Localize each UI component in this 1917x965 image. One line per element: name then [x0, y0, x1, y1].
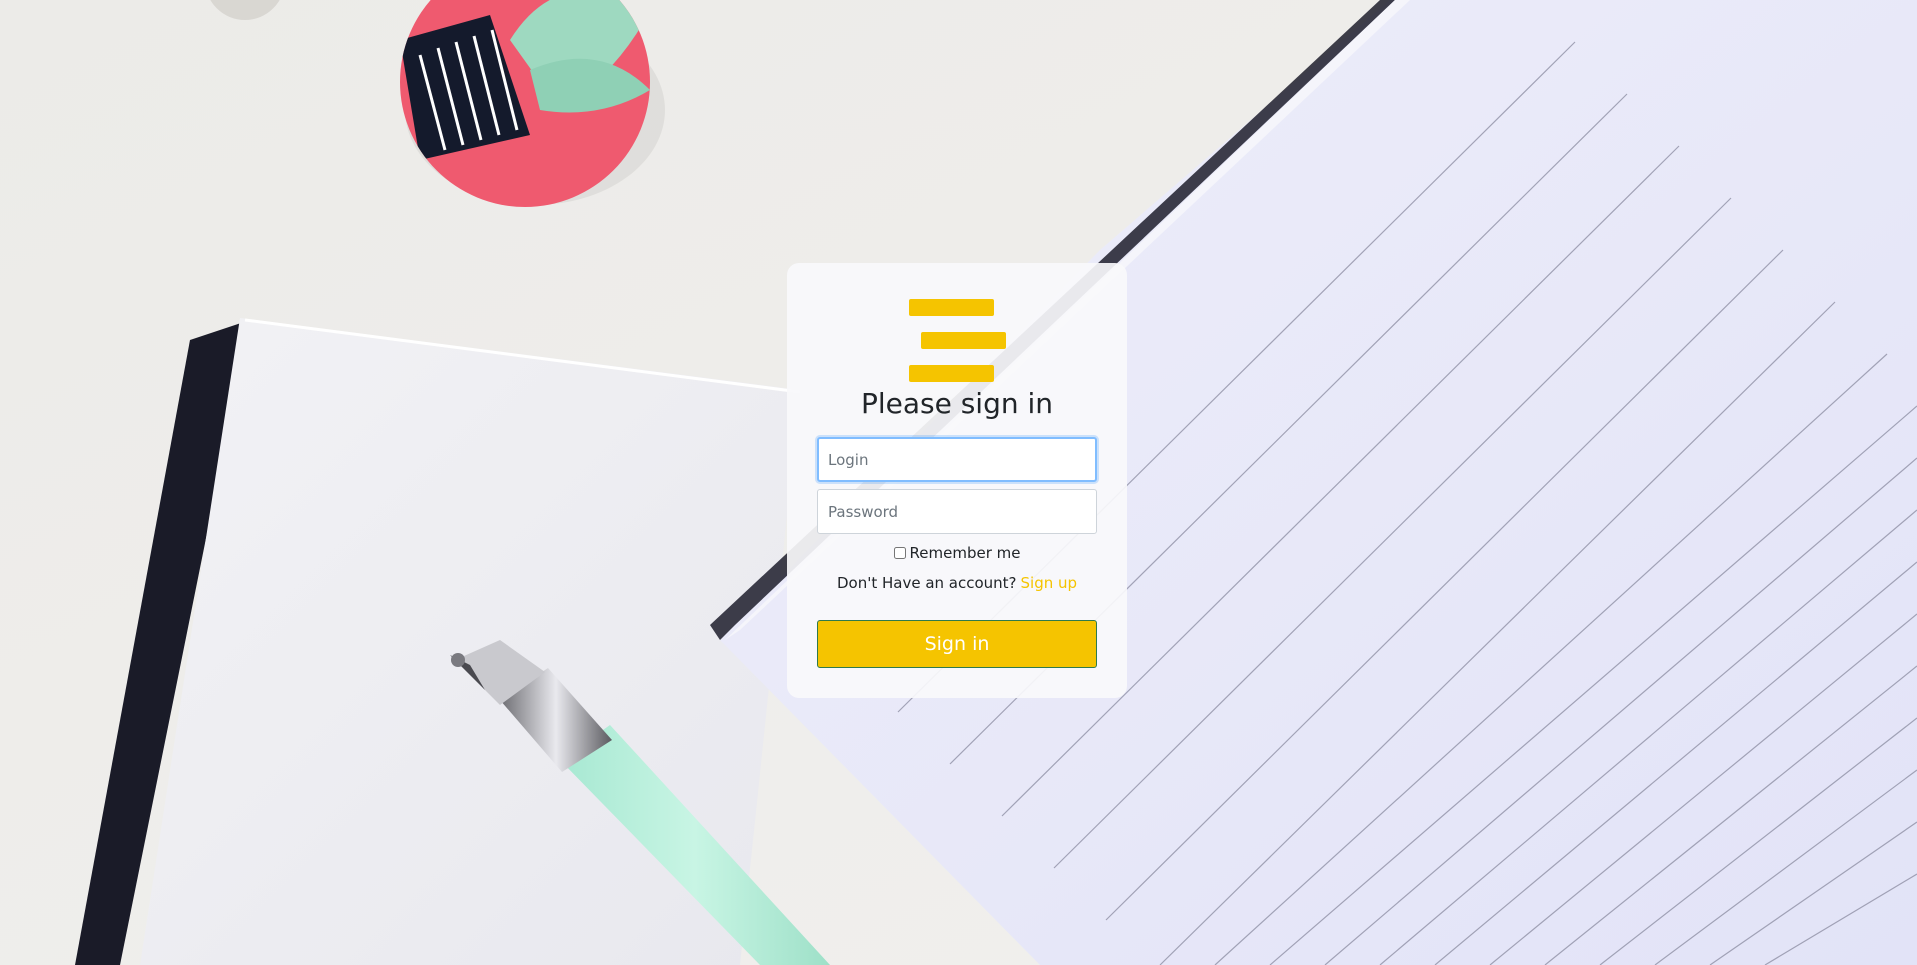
signup-prompt-text: Don't Have an account? — [836, 574, 1017, 592]
three-bars-logo-icon — [787, 263, 1127, 383]
remember-me-row: Remember me — [787, 544, 1127, 562]
sign-up-link[interactable]: Sign up — [1021, 574, 1078, 592]
signup-prompt-row: Don't Have an account? Sign up — [787, 574, 1127, 592]
remember-me-checkbox[interactable] — [893, 547, 906, 559]
remember-me-label[interactable]: Remember me — [910, 544, 1021, 562]
sign-in-card: Please sign in Remember me Don't Have an… — [787, 263, 1127, 698]
page-title: Please sign in — [860, 387, 1054, 420]
sign-in-button[interactable]: Sign in — [817, 620, 1097, 668]
login-input[interactable] — [817, 437, 1097, 482]
password-input[interactable] — [817, 489, 1097, 534]
